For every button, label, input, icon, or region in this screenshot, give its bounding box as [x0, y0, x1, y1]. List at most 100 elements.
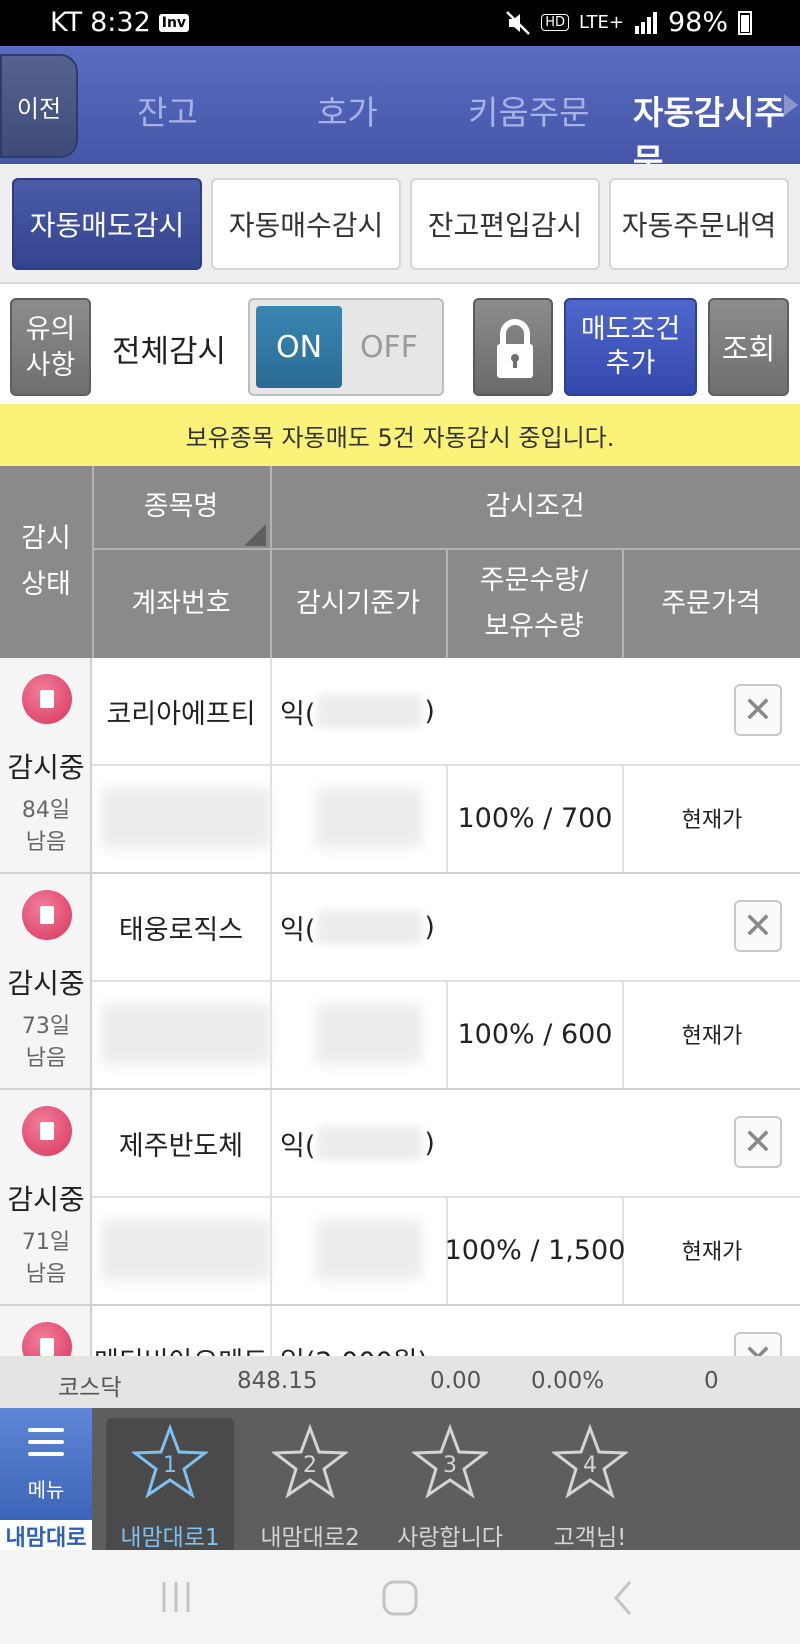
row-state: 감시중 [7, 1183, 85, 1216]
star-icon: 3 [412, 1424, 488, 1499]
control-row: 유의 사항 전체감시 ON OFF 매도조건 추가 조회 [0, 282, 800, 404]
query-button[interactable]: 조회 [708, 298, 789, 396]
nav-tab-quote[interactable]: 호가 [317, 86, 378, 134]
header-monitor-condition: 감시조건 [485, 491, 585, 522]
row-status [0, 1306, 92, 1356]
row-state: 감시중 [7, 751, 85, 784]
table-header: 감시 상태 종목명 감시조건 계좌번호 감시기준가 주문수량/ 보유수량 주문가… [0, 466, 800, 658]
carrier-label: KT [50, 7, 83, 38]
sort-indicator-icon [244, 524, 266, 546]
row-condition: 익() [280, 1090, 435, 1196]
ticker-index: 848.15 [237, 1368, 318, 1394]
table-row[interactable]: 메디비아오메드 익(2,000원) ✕ [0, 1306, 800, 1356]
row-cond-prefix: 익( [280, 914, 316, 946]
redacted-base-price [316, 1004, 422, 1064]
favorite-label: 내맘대로1 [120, 1525, 220, 1551]
stop-monitor-icon[interactable] [22, 1322, 72, 1356]
delete-row-button[interactable]: ✕ [734, 684, 782, 736]
favorite-tab-4[interactable]: 4 고객님! [526, 1418, 654, 1551]
table-row[interactable]: 감시중 84일 남음 코리아에프티 익() ✕ 100% / 700 현재가 [0, 658, 800, 874]
header-account-no: 계좌번호 [131, 588, 231, 619]
scroll-right-arrow-icon[interactable] [784, 94, 798, 116]
stop-monitor-icon[interactable] [22, 1106, 72, 1156]
redacted-account-no [102, 1004, 270, 1064]
menu-button[interactable]: 메뉴 [0, 1408, 92, 1520]
recent-apps-icon[interactable] [156, 1578, 196, 1616]
my-menu-label[interactable]: 내맘대로 [0, 1520, 92, 1551]
toggle-off[interactable]: OFF [344, 306, 434, 388]
favorite-tab-3[interactable]: 3 사랑합니다 [386, 1418, 514, 1551]
subtab-auto-sell-monitor[interactable]: 자동매도감시 [12, 178, 202, 270]
header-qty-line2: 보유수량 [484, 611, 584, 642]
ticker-market: 코스닥 [58, 1375, 122, 1401]
star-icon: 2 [272, 1424, 348, 1499]
favorite-number: 3 [443, 1453, 457, 1478]
nav-tab-kiwoom-order[interactable]: 키움주문 [468, 86, 589, 134]
top-nav: 이전 잔고 호가 키움주문 자동감시주문 [0, 46, 800, 180]
table-row[interactable]: 감시중 73일 남음 태웅로직스 익() ✕ 100% / 600 현재가 [0, 874, 800, 1090]
row-stock-name: 태웅로직스 [118, 914, 244, 946]
toggle-on[interactable]: ON [256, 306, 342, 388]
favorite-label: 사랑합니다 [397, 1525, 503, 1551]
status-bar: KT 8:32 Inv HD LTE+ 98% [0, 0, 800, 46]
notice-button[interactable]: 유의 사항 [10, 298, 91, 396]
sub-tabs: 자동매도감시 자동매수감시 잔고편입감시 자동주문내역 [0, 164, 800, 282]
delete-row-button[interactable]: ✕ [734, 900, 782, 952]
lock-button[interactable] [473, 298, 553, 396]
favorite-tab-2[interactable]: 2 내맘대로2 [246, 1418, 374, 1551]
menu-label: 메뉴 [27, 1478, 65, 1502]
subtab-auto-buy-monitor[interactable]: 자동매수감시 [211, 178, 401, 270]
redacted-account-no [102, 1220, 270, 1280]
favorite-label: 고객님! [553, 1525, 627, 1551]
favorite-number: 1 [163, 1453, 177, 1478]
header-status: 감시 상태 [0, 466, 92, 658]
mute-icon [506, 10, 531, 35]
favorite-label: 내맘대로2 [260, 1525, 360, 1551]
redacted-value [317, 910, 423, 944]
row-condition: 익() [280, 658, 435, 764]
row-stock-name: 제주반도체 [118, 1130, 244, 1162]
network-type-label: LTE+ [578, 12, 624, 33]
row-remain: 남음 [25, 1262, 67, 1287]
row-days-left: 71일 [21, 1230, 71, 1255]
all-monitor-toggle[interactable]: ON OFF [248, 298, 444, 396]
star-icon: 1 [132, 1424, 208, 1499]
stop-monitor-icon[interactable] [22, 674, 72, 724]
signal-icon [634, 11, 657, 34]
ticker-change-pct: 0.00% [531, 1368, 605, 1394]
hd-voice-icon: HD [541, 14, 569, 31]
hamburger-icon [28, 1428, 64, 1456]
back-icon[interactable] [608, 1578, 638, 1618]
redacted-base-price [316, 788, 422, 848]
add-sell-condition-button[interactable]: 매도조건 추가 [564, 298, 697, 396]
row-cond-prefix: 익( [280, 1130, 316, 1162]
row-cond-suffix: ) [424, 695, 435, 727]
redacted-value [317, 694, 423, 728]
sell-cond-line1: 매도조건 [580, 314, 681, 345]
battery-percent: 98% [667, 7, 728, 38]
lock-icon [497, 319, 533, 378]
table-row[interactable]: 감시중 71일 남음 제주반도체 익() ✕ 100% / 1,500 현재가 [0, 1090, 800, 1306]
market-ticker[interactable]: 코스닥 848.15 0.00 0.00% 0 [0, 1356, 800, 1408]
redacted-account-no [102, 788, 270, 848]
back-button[interactable]: 이전 [0, 54, 78, 158]
ticker-change: 0.00 [430, 1368, 482, 1394]
favorite-tab-1[interactable]: 1 내맘대로1 [106, 1418, 234, 1551]
row-status: 감시중 73일 남음 [0, 874, 92, 1088]
nav-tab-balance[interactable]: 잔고 [137, 86, 198, 134]
row-days-left: 73일 [21, 1014, 71, 1039]
row-order-price: 현재가 [681, 1240, 743, 1265]
row-cond-prefix: 익( [280, 698, 316, 730]
header-qty: 주문수량/ 보유수량 [446, 550, 622, 658]
home-icon[interactable] [380, 1578, 420, 1618]
row-cond-suffix: ) [424, 1127, 435, 1159]
sell-cond-line2: 추가 [605, 348, 656, 379]
subtab-auto-order-history[interactable]: 자동주문내역 [609, 178, 789, 270]
delete-row-button[interactable]: ✕ [734, 1116, 782, 1168]
subtab-balance-inclusion-monitor[interactable]: 잔고편입감시 [410, 178, 600, 270]
row-stock-name: 메디비아오메드 [92, 1306, 270, 1357]
header-order-price: 주문가격 [661, 588, 761, 619]
delete-row-button[interactable]: ✕ [734, 1332, 782, 1356]
stop-monitor-icon[interactable] [22, 890, 72, 940]
favorite-number: 4 [583, 1453, 597, 1478]
